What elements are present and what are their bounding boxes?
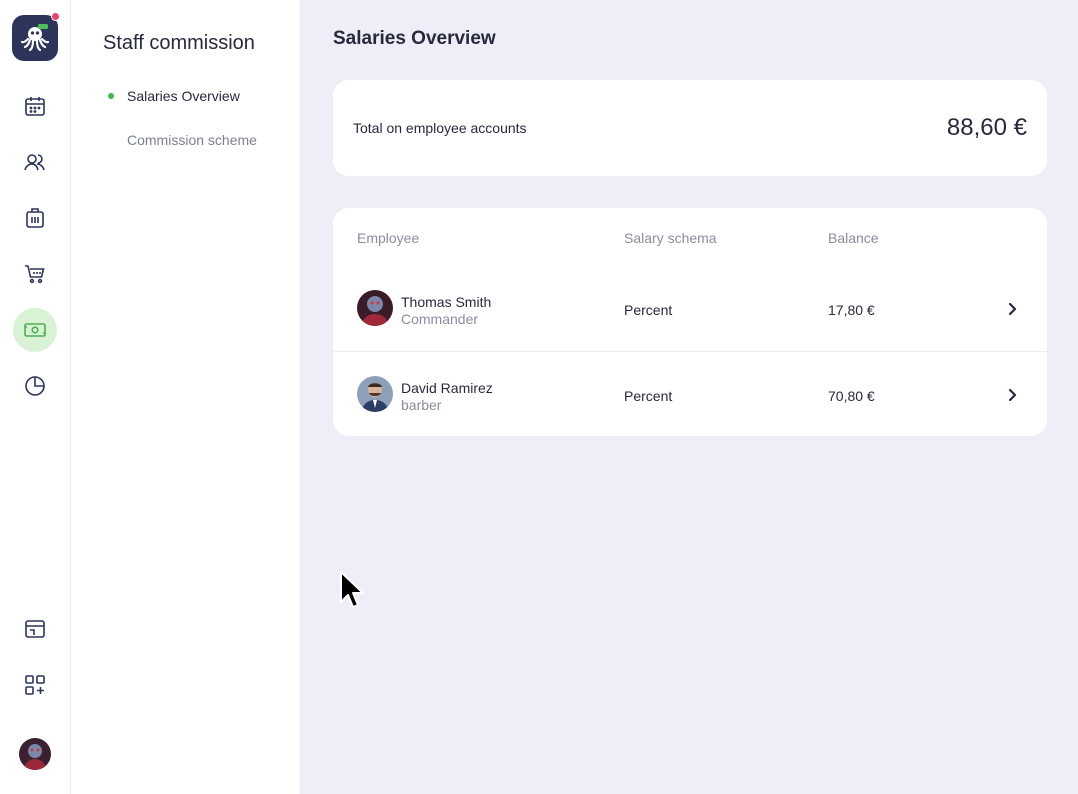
chart-icon — [25, 376, 45, 396]
employee-name: Thomas Smith — [401, 294, 492, 310]
main-content: Salaries Overview Total on employee acco… — [301, 0, 1078, 794]
employee-avatar-icon — [357, 376, 393, 412]
balance-value: 17,80 € — [828, 302, 875, 318]
user-avatar-icon — [19, 738, 51, 770]
app-root: Staff commission Salaries Overview Commi… — [0, 0, 1078, 794]
page-title: Salaries Overview — [333, 28, 496, 49]
rail-salaries-button[interactable] — [13, 308, 57, 352]
total-card: Total on employee accounts 88,60 € — [333, 80, 1047, 176]
chevron-right-icon[interactable] — [1003, 300, 1021, 318]
table-row[interactable]: Thomas Smith Commander Percent 17,80 € — [333, 266, 1047, 352]
chevron-right-icon[interactable] — [1003, 386, 1021, 404]
table-row[interactable]: David Ramirez barber Percent 70,80 € — [333, 352, 1047, 436]
secondary-sidebar: Staff commission Salaries Overview Commi… — [71, 0, 301, 794]
icon-rail — [0, 0, 71, 794]
rail-clients-button[interactable] — [13, 140, 57, 184]
rail-apps-button[interactable] — [13, 663, 57, 707]
employee-role: barber — [401, 397, 442, 413]
rail-calendar-button[interactable] — [13, 84, 57, 128]
sidebar-item-commission-scheme[interactable]: Commission scheme — [127, 132, 257, 148]
column-header-balance: Balance — [828, 230, 879, 246]
calendar-icon — [25, 97, 45, 116]
employee-avatar — [357, 290, 393, 326]
salary-schema-value: Percent — [624, 302, 673, 318]
column-header-salary-schema: Salary schema — [624, 230, 717, 246]
sidebar-title: Staff commission — [103, 32, 255, 54]
app-logo[interactable] — [12, 12, 60, 61]
clients-icon — [24, 154, 45, 171]
mouse-cursor-icon — [340, 571, 364, 608]
rail-window-button[interactable] — [13, 607, 57, 651]
money-icon — [24, 323, 46, 337]
employee-name: David Ramirez — [401, 380, 493, 396]
employees-table: Employee Salary schema Balance Thomas Sm… — [333, 208, 1047, 436]
window-icon — [25, 620, 45, 638]
current-user-avatar[interactable] — [19, 738, 51, 770]
employee-role: Commander — [401, 311, 479, 327]
employee-avatar — [357, 376, 393, 412]
salary-schema-value: Percent — [624, 388, 673, 404]
services-icon — [26, 208, 44, 228]
total-label: Total on employee accounts — [353, 120, 527, 136]
total-value: 88,60 € — [946, 114, 1027, 141]
active-indicator-dot — [108, 93, 114, 99]
rail-cart-button[interactable] — [13, 252, 57, 296]
balance-value: 70,80 € — [828, 388, 875, 404]
column-header-employee: Employee — [357, 230, 420, 246]
cart-icon — [25, 265, 45, 284]
employee-avatar-icon — [357, 290, 393, 326]
octopus-logo-icon — [20, 24, 50, 52]
notification-dot — [51, 12, 60, 21]
sidebar-item-salaries-overview[interactable]: Salaries Overview — [127, 88, 240, 104]
apps-add-icon — [25, 675, 45, 695]
rail-services-button[interactable] — [13, 196, 57, 240]
rail-reports-button[interactable] — [13, 364, 57, 408]
